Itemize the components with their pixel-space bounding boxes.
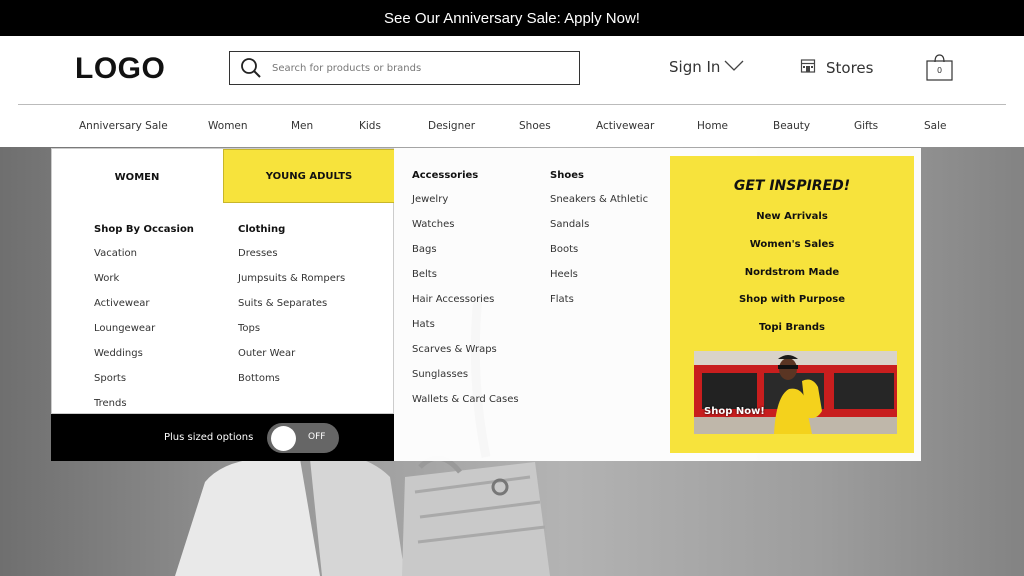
occasion-item-sports[interactable]: Sports	[94, 373, 194, 398]
shoes-item-boots[interactable]: Boots	[550, 244, 648, 269]
get-inspired-title: GET INSPIRED!	[733, 178, 851, 194]
inspired-link-womens-sales[interactable]: Women's Sales	[670, 239, 914, 250]
accessories-item-jewelry[interactable]: Jewelry	[412, 194, 519, 219]
occasion-item-work[interactable]: Work	[94, 273, 194, 298]
promo-shop-now[interactable]: Shop Now!	[704, 406, 765, 417]
shoes-heading[interactable]: Shoes	[550, 170, 648, 181]
nav-item-beauty[interactable]: Beauty	[773, 120, 810, 132]
inspired-link-topi-brands[interactable]: Topi Brands	[670, 322, 914, 333]
nav-item-women[interactable]: Women	[208, 120, 248, 132]
clothing-column: Clothing Dresses Jumpsuits & Rompers Sui…	[238, 224, 345, 398]
accessories-item-hair[interactable]: Hair Accessories	[412, 294, 519, 319]
bag-count: 0	[936, 66, 943, 75]
clothing-heading[interactable]: Clothing	[238, 224, 345, 235]
mega-menu-left-panel: WOMEN YOUNG ADULTS Shop By Occasion Vaca…	[51, 148, 395, 414]
clothing-item-jumpsuits[interactable]: Jumpsuits & Rompers	[238, 273, 345, 298]
toggle-state: OFF	[308, 432, 326, 442]
search-input[interactable]	[272, 62, 562, 74]
search-bar[interactable]	[229, 51, 580, 85]
toggle-knob	[271, 426, 296, 451]
plus-sized-toggle[interactable]: OFF	[267, 423, 339, 453]
nav-item-kids[interactable]: Kids	[359, 120, 381, 132]
accessories-item-hats[interactable]: Hats	[412, 319, 519, 344]
occasion-item-loungewear[interactable]: Loungewear	[94, 323, 194, 348]
search-icon[interactable]	[230, 52, 272, 84]
inspired-link-nordstrom-made[interactable]: Nordstrom Made	[670, 267, 914, 278]
logo[interactable]: LOGO	[75, 52, 165, 86]
nav-item-sale[interactable]: Sale	[924, 120, 946, 132]
accessories-column: Accessories Jewelry Watches Bags Belts H…	[412, 170, 519, 419]
nav-item-men[interactable]: Men	[291, 120, 313, 132]
occasion-item-vacation[interactable]: Vacation	[94, 248, 194, 273]
accessories-item-sunglasses[interactable]: Sunglasses	[412, 369, 519, 394]
inspired-link-new-arrivals[interactable]: New Arrivals	[670, 211, 914, 222]
occasion-item-activewear[interactable]: Activewear	[94, 298, 194, 323]
accessories-item-watches[interactable]: Watches	[412, 219, 519, 244]
shoes-item-heels[interactable]: Heels	[550, 269, 648, 294]
nav-item-anniversary-sale[interactable]: Anniversary Sale	[79, 120, 168, 132]
accessories-item-belts[interactable]: Belts	[412, 269, 519, 294]
accessories-heading[interactable]: Accessories	[412, 170, 519, 181]
nav-item-shoes[interactable]: Shoes	[519, 120, 551, 132]
occasion-item-weddings[interactable]: Weddings	[94, 348, 194, 373]
accessories-item-bags[interactable]: Bags	[412, 244, 519, 269]
plus-sized-bar: Plus sized options OFF	[51, 414, 394, 461]
nav-item-designer[interactable]: Designer	[428, 120, 475, 132]
main-nav: Anniversary Sale Women Men Kids Designer…	[0, 105, 1024, 147]
shoes-item-sneakers[interactable]: Sneakers & Athletic	[550, 194, 648, 219]
nav-item-gifts[interactable]: Gifts	[854, 120, 878, 132]
shoes-item-sandals[interactable]: Sandals	[550, 219, 648, 244]
sign-in-label: Sign In	[669, 58, 721, 76]
promo-image[interactable]: Shop Now!	[694, 351, 897, 434]
banner-text[interactable]: See Our Anniversary Sale: Apply Now!	[384, 10, 640, 27]
clothing-item-bottoms[interactable]: Bottoms	[238, 373, 345, 398]
shoes-item-flats[interactable]: Flats	[550, 294, 648, 319]
accessories-item-scarves[interactable]: Scarves & Wraps	[412, 344, 519, 369]
clothing-item-tops[interactable]: Tops	[238, 323, 345, 348]
stores-label: Stores	[826, 59, 874, 77]
nav-item-activewear[interactable]: Activewear	[596, 120, 654, 132]
nav-item-home[interactable]: Home	[697, 120, 728, 132]
accessories-item-wallets[interactable]: Wallets & Card Cases	[412, 394, 519, 419]
plus-sized-label: Plus sized options	[164, 432, 254, 443]
announcement-banner[interactable]: See Our Anniversary Sale: Apply Now!	[0, 0, 1024, 36]
shopping-bag-button[interactable]: 0	[926, 54, 953, 82]
stores-button[interactable]: Stores	[800, 58, 873, 78]
store-icon	[800, 58, 816, 78]
inspired-link-shop-with-purpose[interactable]: Shop with Purpose	[670, 294, 914, 305]
clothing-item-dresses[interactable]: Dresses	[238, 248, 345, 273]
tab-women[interactable]: WOMEN	[52, 149, 222, 203]
clothing-item-outer-wear[interactable]: Outer Wear	[238, 348, 345, 373]
chevron-down-icon	[724, 58, 744, 76]
sign-in-button[interactable]: Sign In	[669, 58, 744, 76]
tab-young-adults[interactable]: YOUNG ADULTS	[223, 149, 395, 203]
occasion-column: Shop By Occasion Vacation Work Activewea…	[94, 224, 194, 423]
occasion-heading[interactable]: Shop By Occasion	[94, 224, 194, 235]
clothing-item-suits[interactable]: Suits & Separates	[238, 298, 345, 323]
site-header: LOGO Sign In Stores	[0, 36, 1024, 104]
shoes-column: Shoes Sneakers & Athletic Sandals Boots …	[550, 170, 648, 319]
